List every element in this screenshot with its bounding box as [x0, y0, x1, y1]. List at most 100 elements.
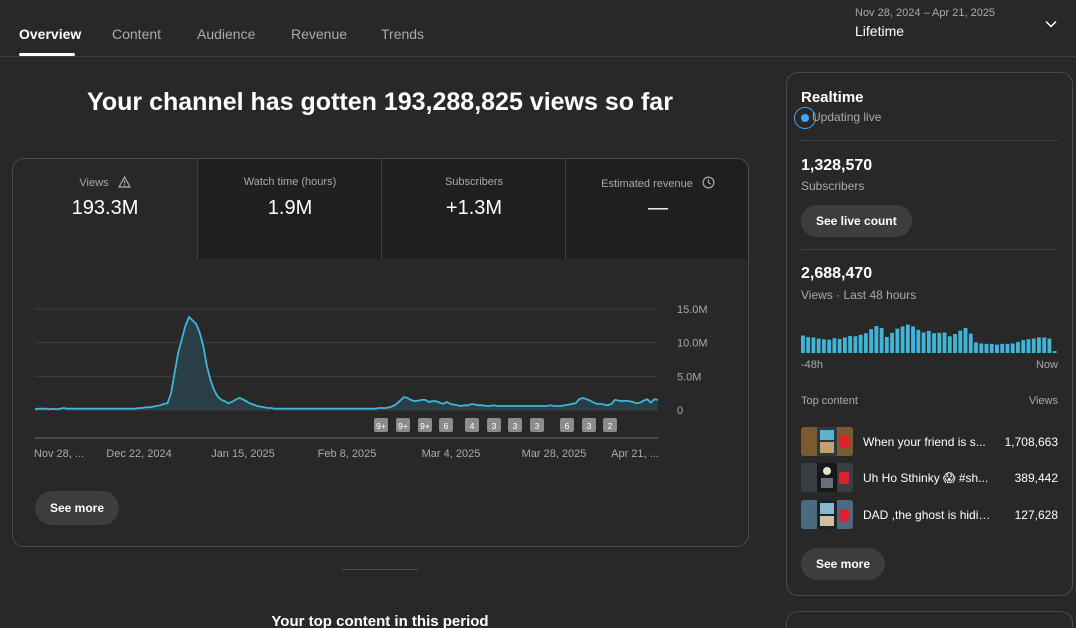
annotation-marker: 3: [487, 418, 501, 432]
warning-icon: [117, 176, 131, 188]
svg-text:3: 3: [587, 421, 592, 431]
see-live-count-button[interactable]: See live count: [801, 205, 912, 237]
svg-text:9+: 9+: [398, 421, 408, 431]
x-tick-label: Feb 8, 2025: [318, 448, 377, 460]
live-status: Updating live: [812, 110, 882, 124]
video-views: 389,442: [1014, 471, 1058, 485]
metric-tab-revenue[interactable]: Estimated revenue —: [566, 159, 748, 259]
metric-tab-views[interactable]: Views 193.3M: [13, 159, 197, 259]
y-tick-label: 5.0M: [677, 371, 701, 383]
realtime-bar: [816, 338, 821, 353]
realtime-bar: [1031, 338, 1036, 353]
date-range-label: Nov 28, 2024 – Apr 21, 2025: [855, 7, 996, 19]
video-thumbnail: [801, 427, 853, 456]
realtime-bar: [968, 333, 973, 353]
realtime-bar: [811, 337, 816, 353]
realtime-bar: [1037, 337, 1041, 353]
realtime-bar: [921, 332, 926, 353]
subscriber-label: Subscribers: [801, 179, 865, 193]
tab-content[interactable]: Content: [112, 26, 161, 42]
realtime-bar: [1026, 339, 1031, 353]
top-content-item[interactable]: Uh Ho Sthinky 😱 #sh... 389,442: [801, 463, 1058, 495]
realtime-bar: [884, 337, 889, 353]
metric-label: Views: [79, 177, 109, 189]
svg-text:3: 3: [492, 421, 497, 431]
axis-end-label: Now: [1035, 359, 1058, 371]
chevron-down-icon[interactable]: [1043, 16, 1059, 32]
x-tick-label: Nov 28, ...: [34, 448, 84, 460]
realtime-bar: [958, 330, 963, 353]
svg-text:9+: 9+: [420, 421, 430, 431]
subscriber-count: 1,328,570: [801, 157, 873, 174]
realtime-bar: [953, 334, 957, 353]
overview-card: Views 193.3M Watch time (hours) 1.9M Sub…: [12, 158, 749, 547]
metric-tab-watch-time[interactable]: Watch time (hours) 1.9M: [198, 159, 382, 259]
tab-audience[interactable]: Audience: [197, 26, 255, 42]
annotation-marker: 6: [560, 418, 574, 432]
y-tick-label: 10.0M: [677, 338, 708, 350]
x-tick-label: Dec 22, 2024: [106, 448, 171, 460]
realtime-bar: [1000, 343, 1005, 353]
top-content-item[interactable]: DAD ,the ghost is hidin... 127,628: [801, 500, 1058, 532]
divider: [801, 140, 1058, 141]
top-content-item[interactable]: When your friend is s... 1,708,663: [801, 427, 1058, 459]
realtime-bar: [947, 336, 952, 353]
axis-start-label: -48h: [801, 359, 824, 371]
next-card: [786, 611, 1073, 628]
svg-text:3: 3: [513, 421, 518, 431]
annotation-marker: 3: [508, 418, 522, 432]
see-more-button[interactable]: See more: [35, 491, 120, 525]
realtime-bar: [890, 332, 894, 353]
realtime-bar: [827, 339, 832, 353]
realtime-bar: [900, 326, 905, 353]
realtime-title: Realtime: [801, 89, 864, 106]
metric-value: +1.3M: [445, 197, 503, 219]
tab-revenue[interactable]: Revenue: [291, 26, 347, 42]
annotation-marker: 4: [465, 418, 479, 432]
realtime-bar: [858, 334, 863, 353]
realtime-bar: [926, 330, 931, 353]
realtime-bar: [837, 338, 842, 353]
annotation-marker: 3: [530, 418, 544, 432]
realtime-bar: [1052, 351, 1057, 353]
realtime-bar: [806, 337, 811, 353]
tab-overview[interactable]: Overview: [19, 26, 81, 42]
top-content-heading: Your top content in this period: [271, 613, 489, 628]
x-tick-label: Jan 15, 2025: [211, 448, 275, 460]
svg-text:9+: 9+: [376, 421, 386, 431]
realtime-bar: [1042, 337, 1047, 353]
realtime-bar: [905, 324, 910, 353]
realtime-bar: [916, 329, 921, 353]
x-tick-label: Mar 4, 2025: [422, 448, 481, 460]
video-thumbnail: [801, 500, 853, 529]
realtime-bar: [801, 335, 805, 353]
realtime-bar: [1010, 343, 1015, 353]
realtime-bar: [995, 344, 999, 353]
realtime-bar: [963, 327, 968, 353]
realtime-bar: [869, 329, 874, 353]
realtime-see-more-button[interactable]: See more: [801, 548, 886, 580]
active-tab-indicator: [19, 53, 75, 56]
realtime-views-label: Views · Last 48 hours: [801, 288, 917, 302]
metric-value: —: [648, 197, 668, 219]
realtime-bar: [911, 326, 915, 353]
realtime-bar: [842, 337, 847, 353]
annotation-marker: 2: [603, 418, 617, 432]
clock-icon: [702, 176, 715, 189]
realtime-views-bar-chart: [801, 324, 1057, 353]
realtime-bar: [942, 332, 947, 353]
y-tick-label: 15.0M: [677, 304, 708, 316]
tab-trends[interactable]: Trends: [381, 26, 424, 42]
realtime-bar: [979, 343, 984, 353]
video-title: DAD ,the ghost is hidin...: [863, 508, 993, 522]
views-column-label: Views: [1028, 395, 1058, 407]
views-chart: 15.0M 10.0M 5.0M 0 9+ 9+ 9+ 6 4 3 3 3 6 3 2 Nov 28, ...…: [34, 304, 708, 460]
annotation-marker: 3: [582, 418, 596, 432]
metric-value: 1.9M: [267, 197, 313, 219]
realtime-bar: [974, 342, 978, 353]
realtime-bar: [874, 326, 879, 353]
svg-text:6: 6: [565, 421, 570, 431]
svg-text:6: 6: [444, 421, 449, 431]
metric-tab-subscribers[interactable]: Subscribers +1.3M: [382, 159, 566, 259]
realtime-bar: [1047, 338, 1052, 353]
